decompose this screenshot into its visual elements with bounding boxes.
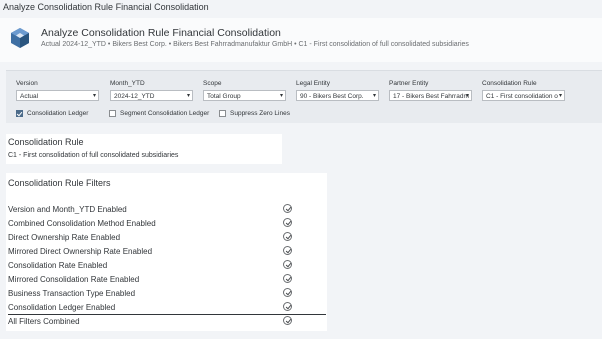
filter-version: Version Actual ▾ [16,80,99,101]
filter-bar: Version Actual ▾ Month_YTD 2024-12_YTD ▾ S… [6,70,602,123]
filter-label: Month_YTD [110,80,145,87]
check-circle-icon [283,316,292,325]
legal-entity-select[interactable]: 90 - Bikers Best Corp. ▾ [296,90,379,101]
list-item: Business Transaction Type Enabled [8,287,326,300]
filter-label: Partner Entity [389,80,429,87]
consolidation-rule-filters-card: Consolidation Rule Filters Version and M… [6,173,327,331]
chevron-down-icon: ▾ [186,93,190,99]
filter-label: Legal Entity [296,80,330,87]
filter-partner-entity: Partner Entity 17 - Bikers Best Fahrradm… [389,80,472,101]
card-title: Consolidation Rule Filters [8,178,111,188]
page-title: Analyze Consolidation Rule Financial Con… [41,27,281,39]
page-subtitle: Actual 2024-12_YTD • Bikers Best Corp. •… [41,41,469,48]
window-title: Analyze Consolidation Rule Financial Con… [3,2,209,12]
list-item: Combined Consolidation Method Enabled [8,217,326,230]
filter-label: Version [16,80,38,87]
consolidation-cube-icon [11,28,29,48]
list-item: Consolidation Ledger Enabled [8,301,326,314]
suppress-zero-lines-checkbox[interactable]: Suppress Zero Lines [219,110,290,117]
list-item: Version and Month_YTD Enabled [8,203,326,216]
checkbox-unchecked-icon[interactable] [219,110,226,117]
list-item: Direct Ownership Rate Enabled [8,231,326,244]
chevron-down-icon: ▾ [558,93,562,99]
list-item: Consolidation Rate Enabled [8,259,326,272]
list-item: Mirrored Consolidation Rate Enabled [8,273,326,286]
consolidation-rule-value: C1 - First consolidation of full consoli… [8,152,179,159]
filter-legal-entity: Legal Entity 90 - Bikers Best Corp. ▾ [296,80,379,101]
chevron-down-icon: ▾ [279,93,283,99]
scope-select[interactable]: Total Group ▾ [203,90,286,101]
filter-label: Scope [203,80,222,87]
check-circle-icon [283,302,292,311]
partner-entity-select[interactable]: 17 - Bikers Best Fahrradm ▾ [389,90,472,101]
consolidation-rule-card: Consolidation Rule C1 - First consolidat… [6,134,282,164]
check-circle-icon [283,288,292,297]
check-circle-icon [283,246,292,255]
filter-consolidation-rule: Consolidation Rule C1 - First consolidat… [482,80,565,101]
segment-consolidation-ledger-checkbox[interactable]: Segment Consolidation Ledger [109,110,209,117]
page-header: Analyze Consolidation Rule Financial Con… [0,18,602,62]
check-circle-icon [283,274,292,283]
chevron-down-icon: ▾ [465,93,469,99]
version-select[interactable]: Actual ▾ [16,90,99,101]
filter-scope: Scope Total Group ▾ [203,80,286,101]
consolidation-rule-select[interactable]: C1 - First consolidation o ▾ [482,90,565,101]
card-title: Consolidation Rule [8,137,84,147]
checkbox-unchecked-icon[interactable] [109,110,116,117]
check-circle-icon [283,204,292,213]
list-item: Mirrored Direct Ownership Rate Enabled [8,245,326,258]
check-circle-icon [283,260,292,269]
check-circle-icon [283,218,292,227]
total-row: All Filters Combined [8,314,326,328]
month-select[interactable]: 2024-12_YTD ▾ [110,90,193,101]
filter-label: Consolidation Rule [482,80,537,87]
chevron-down-icon: ▾ [372,93,376,99]
check-circle-icon [283,232,292,241]
consolidation-ledger-checkbox[interactable]: Consolidation Ledger [16,110,88,117]
checkbox-checked-icon[interactable] [16,110,23,117]
chevron-down-icon: ▾ [92,93,96,99]
filter-month: Month_YTD 2024-12_YTD ▾ [110,80,193,101]
